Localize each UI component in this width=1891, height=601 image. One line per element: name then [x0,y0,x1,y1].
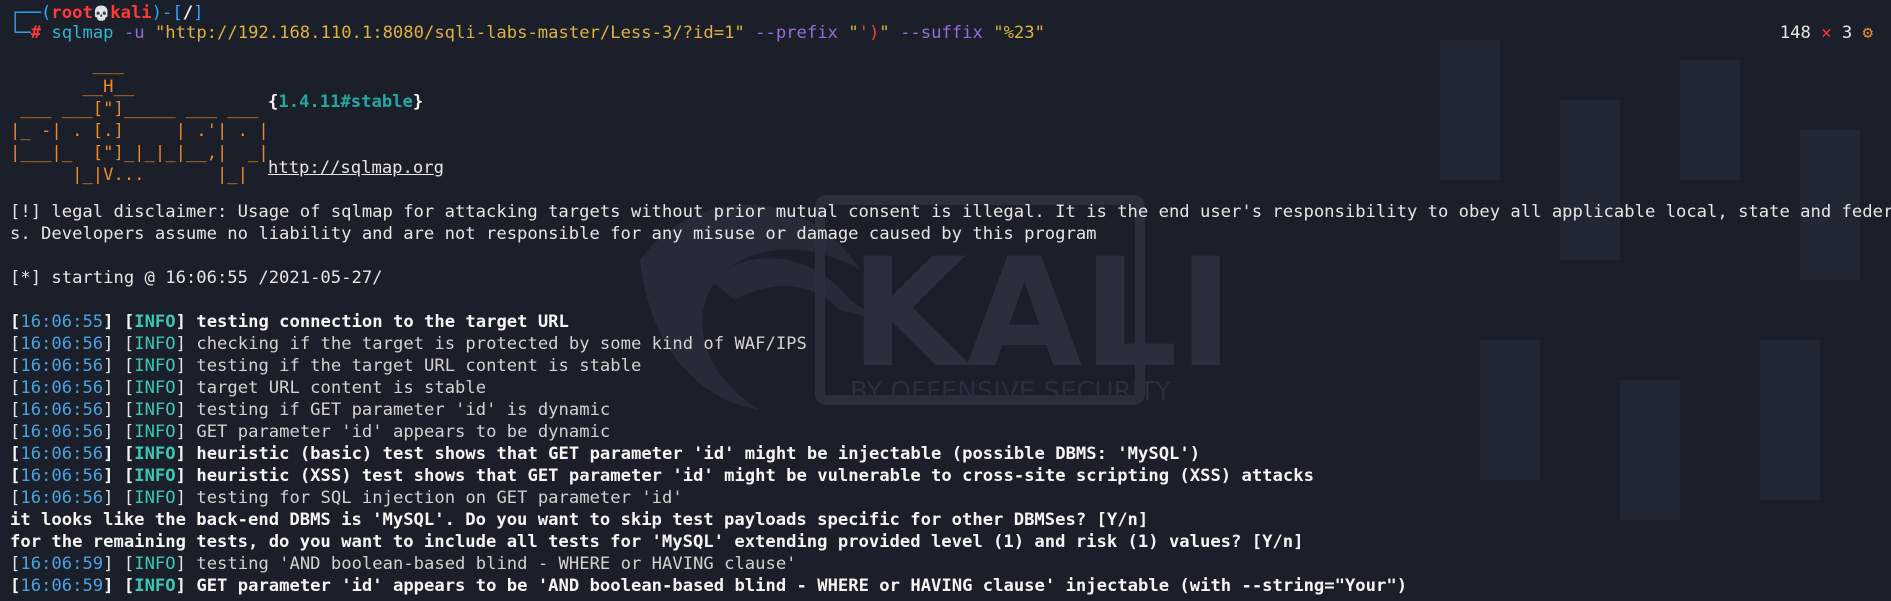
banner-line: ___ ___["]_____ ___ ___ [10,99,259,119]
log-line: [16:06:56] [INFO] heuristic (basic) test… [10,443,1200,465]
log-message: heuristic (XSS) test shows that GET para… [196,466,1314,486]
gear-icon: ⚙ [1862,23,1873,43]
sqlmap-banner: ___ __H__ ___ ___["]_____ ___ ___ |_ -| … [10,54,269,186]
log-message: testing if the target URL content is sta… [196,356,642,376]
log-message: testing if GET parameter 'id' is dynamic [196,400,611,420]
banner-line: |_|V... |_| [10,165,248,185]
log-timestamp: [16:06:56] [10,444,114,464]
prompt-line-1: ┌──(root💀kali)-[/] [10,2,203,24]
command-prefix-quote-open: " [848,23,859,43]
prompt-frame-mid: )-[ [151,3,183,23]
command-program: sqlmap [51,23,114,43]
prompt-frame-close: ] [193,3,204,23]
log-timestamp: [16:06:56] [10,400,114,420]
log-level: [INFO] [123,576,186,596]
log-line: [16:06:59] [INFO] GET parameter 'id' app… [10,575,1407,597]
log-line: [16:06:56] [INFO] testing if GET paramet… [10,399,610,421]
log-timestamp: [16:06:56] [10,422,114,442]
command-suffix-value: "%23" [993,23,1045,43]
log-level: [INFO] [123,356,186,376]
prompt-host: kali [110,3,152,23]
log-level: [INFO] [123,334,186,354]
command-opt-u: -u [123,23,145,43]
command-url: "http://192.168.110.1:8080/sqli-labs-mas… [154,23,745,43]
log-line: [16:06:56] [INFO] checking if the target… [10,333,807,355]
log-line: [16:06:59] [INFO] testing 'AND boolean-b… [10,553,797,575]
prompt-question-1: it looks like the back-end DBMS is 'MySQ… [10,510,1149,530]
log-timestamp: [16:06:56] [10,378,114,398]
exit-status: 148 ✕ 3 ⚙ [1780,22,1873,44]
prompt-cwd: / [182,3,194,23]
log-line: [16:06:56] [INFO] target URL content is … [10,377,486,399]
banner-line: __H__ [10,77,135,97]
log-message: target URL content is stable [196,378,487,398]
log-timestamp: [16:06:56] [10,334,114,354]
command-opt-prefix: --prefix [755,23,838,43]
prompt-frame: ┌──( [10,3,52,23]
log-level: [INFO] [123,400,186,420]
log-level: [INFO] [123,422,186,442]
disclaimer-line-2: s. Developers assume no liability and ar… [10,224,1097,244]
version-brace-open: { [268,92,279,112]
banner-line: ___ [10,55,124,75]
log-message: testing connection to the target URL [196,312,569,332]
banner-line: |_ -| . [.] | .'| . | [10,121,269,141]
log-level: [INFO] [123,312,186,332]
log-line: [16:06:56] [INFO] GET parameter 'id' app… [10,421,610,443]
log-timestamp: [16:06:59] [10,554,114,574]
command-prefix-value: ') [858,23,880,43]
log-line: [16:06:56] [INFO] testing if the target … [10,355,641,377]
log-message: GET parameter 'id' appears to be 'AND bo… [196,576,1408,596]
starting-line: [*] starting @ 16:06:55 /2021-05-27/ [10,268,383,288]
log-timestamp: [16:06:59] [10,576,114,596]
log-line: [16:06:56] [INFO] testing for SQL inject… [10,487,683,509]
prompt-hash: # [30,23,42,43]
sqlmap-url[interactable]: http://sqlmap.org [268,158,444,178]
log-message: testing 'AND boolean-based blind - WHERE… [196,554,797,574]
log-message: testing for SQL injection on GET paramet… [196,488,683,508]
log-message: checking if the target is protected by s… [196,334,807,354]
prompt-user: root [51,3,93,23]
sqlmap-site-link[interactable]: http://sqlmap.org [268,157,444,179]
log-level: [INFO] [123,466,186,486]
log-message: heuristic (basic) test shows that GET pa… [196,444,1201,464]
command-line[interactable]: └─# sqlmap -u "http://192.168.110.1:8080… [10,22,1045,44]
log-level: [INFO] [123,488,186,508]
log-timestamp: [16:06:56] [10,466,114,486]
error-x-icon: ✕ [1821,23,1832,43]
log-timestamp: [16:06:56] [10,356,114,376]
log-level: [INFO] [123,444,186,464]
disclaimer-line-1: [!] legal disclaimer: Usage of sqlmap fo… [10,202,1891,222]
command-prefix-quote-close: " [879,23,890,43]
prompt-question-2: for the remaining tests, do you want to … [10,532,1304,552]
log-level: [INFO] [123,554,186,574]
log-line: [16:06:56] [INFO] heuristic (XSS) test s… [10,465,1314,487]
log-timestamp: [16:06:56] [10,488,114,508]
prompt-frame-bottom: └─ [10,23,31,43]
log-timestamp: [16:06:55] [10,312,114,332]
log-message: GET parameter 'id' appears to be dynamic [196,422,611,442]
banner-line: |___|_ ["]_|_|_|__,| _| [10,143,269,163]
skull-icon: 💀 [92,6,111,22]
log-level: [INFO] [123,378,186,398]
log-line: [16:06:55] [INFO] testing connection to … [10,311,569,333]
status-count: 148 [1779,23,1811,43]
command-opt-suffix: --suffix [900,23,983,43]
version-text: 1.4.11#stable [278,92,413,112]
sqlmap-version: {1.4.11#stable} [268,91,423,113]
version-brace-close: } [412,92,424,112]
status-errors: 3 [1841,23,1853,43]
terminal[interactable]: ┌──(root💀kali)-[/] └─# sqlmap -u "http:/… [0,0,1891,601]
